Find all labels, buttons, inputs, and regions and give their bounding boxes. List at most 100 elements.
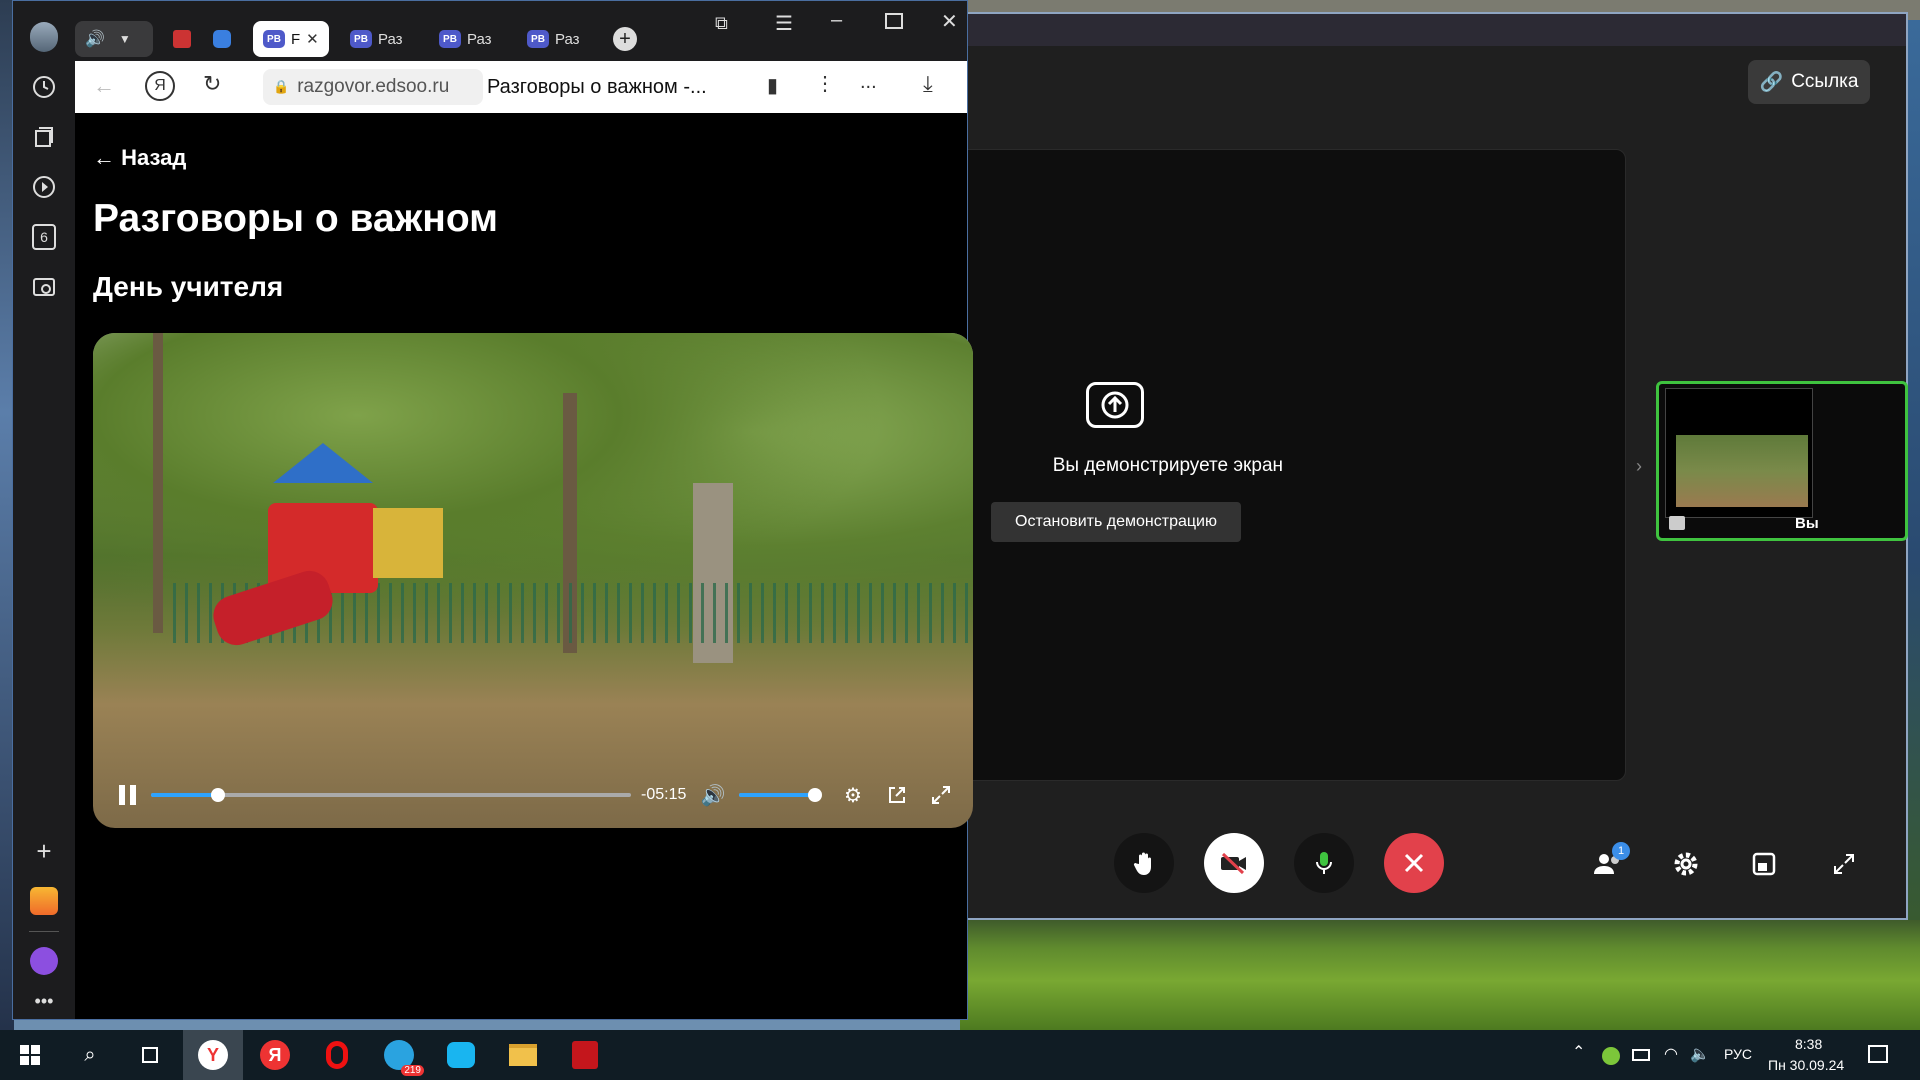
tab-label: Раз xyxy=(555,30,580,48)
tab-favicon: РВ xyxy=(263,30,285,48)
maximize-button[interactable] xyxy=(885,13,903,29)
sidebar-divider xyxy=(29,931,59,932)
gear-icon xyxy=(1674,852,1698,876)
layout-icon xyxy=(1752,852,1776,876)
add-icon[interactable]: + xyxy=(30,836,58,866)
close-icon[interactable]: ✕ xyxy=(306,30,319,48)
layout-button[interactable] xyxy=(1748,848,1780,880)
tab-pinned-2[interactable] xyxy=(213,21,231,57)
counter-icon[interactable]: 6 xyxy=(30,223,58,251)
new-tab-button[interactable]: + xyxy=(613,27,637,51)
clock-date[interactable]: Пн 30.09.24 xyxy=(1768,1057,1844,1073)
volume-handle[interactable] xyxy=(808,788,822,802)
browser-window: 6 + ••• 🔊 ▼ РВ F ✕ РВ Раз РВ Раз РВ Раз … xyxy=(12,0,973,1020)
profile-avatar[interactable] xyxy=(30,22,58,52)
screenshot-icon[interactable] xyxy=(30,273,58,301)
video-frame-playground xyxy=(373,508,443,578)
alice-assistant-icon[interactable] xyxy=(30,947,58,975)
tab-3[interactable]: РВ Раз xyxy=(439,21,492,57)
yandex-browser-taskbar-icon[interactable]: Y xyxy=(183,1030,243,1080)
address-bar: ← Я ↻ 🔒 razgovor.edsoo.ru Разговоры о ва… xyxy=(75,61,967,113)
seek-handle[interactable] xyxy=(211,788,226,802)
menu-icon[interactable]: ☰ xyxy=(775,11,793,36)
thumbnail-video xyxy=(1676,435,1808,507)
chevron-up-icon[interactable]: ⌃ xyxy=(1572,1042,1585,1062)
reload-icon[interactable]: ↻ xyxy=(203,71,221,97)
yandex-icon[interactable]: Я xyxy=(145,71,175,101)
notifications-icon[interactable] xyxy=(1868,1045,1888,1063)
collections-icon[interactable] xyxy=(30,123,58,151)
opera-taskbar-icon[interactable] xyxy=(307,1030,367,1080)
yandex-taskbar-icon[interactable]: Я xyxy=(245,1030,305,1080)
language-indicator[interactable]: РУС xyxy=(1724,1046,1752,1062)
tab-active[interactable]: РВ F ✕ xyxy=(253,21,329,57)
popout-icon[interactable] xyxy=(885,783,909,807)
bookmarks-icon[interactable]: ⧉ xyxy=(715,13,728,34)
settings-button[interactable] xyxy=(1670,848,1702,880)
chevron-down-icon[interactable]: ▼ xyxy=(119,32,131,46)
url-field[interactable]: 🔒 razgovor.edsoo.ru xyxy=(263,69,483,105)
minimize-button[interactable]: – xyxy=(831,9,842,32)
expand-icon xyxy=(1834,854,1854,874)
video-frame-trunk xyxy=(153,333,163,633)
more-actions-button[interactable]: ... xyxy=(860,71,877,94)
camera-toggle-button[interactable] xyxy=(1204,833,1264,893)
fullscreen-button[interactable] xyxy=(1828,848,1860,880)
download-icon[interactable]: ⤓ xyxy=(923,71,933,97)
clock-time[interactable]: 8:38 xyxy=(1795,1036,1822,1052)
end-call-button[interactable] xyxy=(1384,833,1444,893)
pdf-reader-taskbar-icon[interactable] xyxy=(555,1030,615,1080)
more-icon[interactable]: ••• xyxy=(30,987,58,1015)
video-player-icon[interactable] xyxy=(30,173,58,201)
link-button[interactable]: 🔗 Ссылка xyxy=(1748,60,1870,104)
bookmark-icon[interactable]: ▮ xyxy=(767,73,778,98)
pause-button[interactable] xyxy=(115,785,139,809)
tab-2[interactable]: РВ Раз xyxy=(350,21,403,57)
tab-bar: 🔊 ▼ РВ F ✕ РВ Раз РВ Раз РВ Раз + ⧉ ☰ – … xyxy=(75,1,967,61)
task-view-icon[interactable] xyxy=(120,1030,180,1080)
chevron-right-icon[interactable]: › xyxy=(1636,456,1642,477)
tab-favicon: РВ xyxy=(350,30,372,48)
tab-4[interactable]: РВ Раз xyxy=(527,21,580,57)
raise-hand-button[interactable] xyxy=(1114,833,1174,893)
search-icon[interactable]: ⌕ xyxy=(60,1030,120,1080)
history-icon[interactable] xyxy=(30,73,58,101)
telegram-taskbar-icon[interactable]: 219 xyxy=(369,1030,429,1080)
kebab-menu-icon[interactable]: ⋮ xyxy=(815,71,835,96)
file-explorer-taskbar-icon[interactable] xyxy=(493,1030,553,1080)
link-icon: 🔗 xyxy=(1759,72,1784,93)
network-icon[interactable]: ◠ xyxy=(1664,1044,1678,1064)
messenger-taskbar-icon[interactable] xyxy=(431,1030,491,1080)
audio-tab-group[interactable]: 🔊 ▼ xyxy=(75,21,153,57)
link-button-label: Ссылка xyxy=(1791,71,1859,92)
meeting-titlebar xyxy=(960,14,1906,46)
fullscreen-icon[interactable] xyxy=(929,783,953,807)
gear-icon[interactable]: ⚙ xyxy=(841,783,865,807)
microphone-button[interactable] xyxy=(1294,833,1354,893)
tab-label: F xyxy=(291,30,301,48)
counter-value: 6 xyxy=(32,224,56,250)
windows-start-icon[interactable] xyxy=(0,1030,60,1080)
tab-pinned-1[interactable] xyxy=(173,21,191,57)
self-video-thumbnail[interactable]: Вы xyxy=(1656,381,1908,541)
seek-bar[interactable] xyxy=(151,788,631,802)
volume-slider[interactable] xyxy=(739,788,822,802)
pin-icon[interactable] xyxy=(1669,516,1685,530)
close-window-button[interactable]: ✕ xyxy=(941,9,958,34)
mail-icon[interactable] xyxy=(30,887,58,915)
tray-app-icon[interactable] xyxy=(1602,1047,1620,1065)
back-link[interactable]: ← Назад xyxy=(93,145,186,171)
browser-sidebar: 6 + ••• xyxy=(13,1,75,1019)
stop-share-button[interactable]: Остановить демонстрацию xyxy=(991,502,1241,542)
desktop-wallpaper-grass xyxy=(960,920,1920,1030)
thumbnail-preview xyxy=(1665,388,1813,518)
page-subtitle: День учителя xyxy=(93,271,284,302)
taskbar: ⌕ Y Я 219 ⌃ ◠ 🔈 РУС 8:38 Пн 30.09.24 xyxy=(0,1030,1920,1080)
battery-icon[interactable] xyxy=(1632,1049,1650,1061)
video-player[interactable]: -05:15 🔊 ⚙ xyxy=(93,333,973,828)
back-arrow-icon[interactable]: ← xyxy=(93,73,115,99)
volume-tray-icon[interactable]: 🔈 xyxy=(1690,1044,1710,1064)
speaker-icon[interactable]: 🔊 xyxy=(85,29,105,49)
tab-favicon xyxy=(173,30,191,48)
volume-icon[interactable]: 🔊 xyxy=(701,783,726,807)
